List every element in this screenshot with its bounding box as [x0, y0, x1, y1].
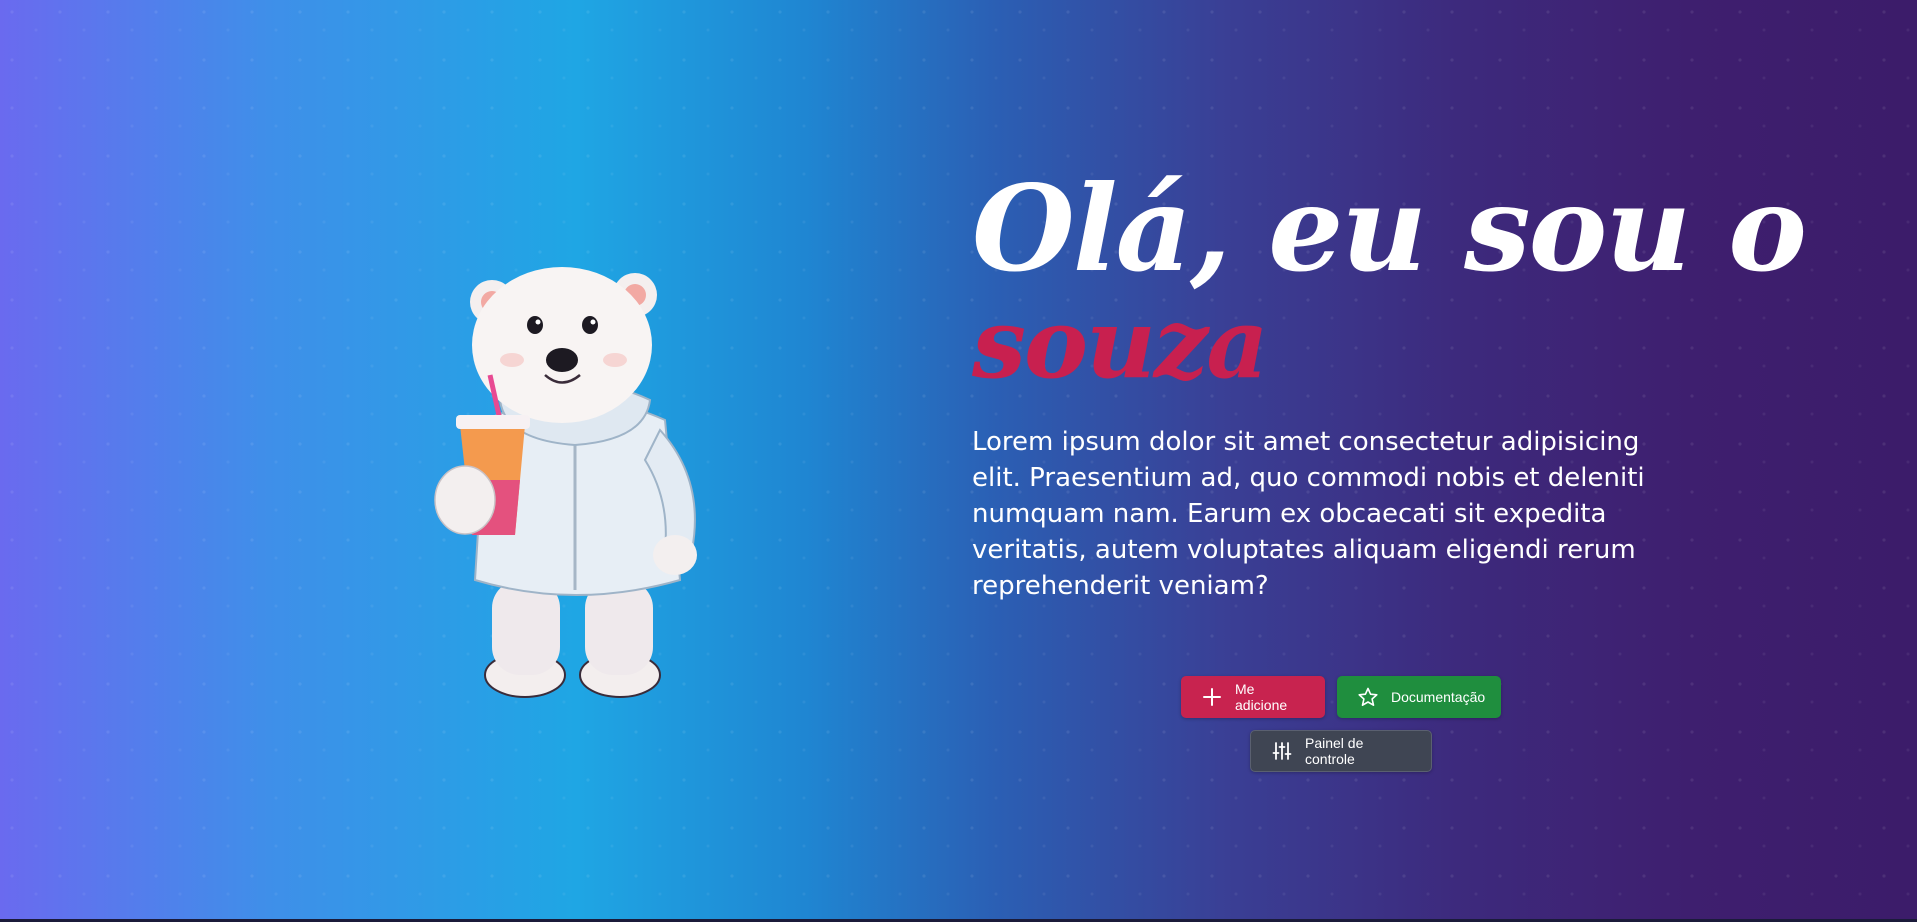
plus-icon — [1201, 686, 1223, 708]
control-panel-button-label: Painel de controle — [1305, 735, 1364, 767]
add-me-button-label: Me adicione — [1235, 681, 1288, 713]
polar-bear-illustration — [434, 267, 697, 698]
hero-section: Olá, eu sou o souza Lorem ipsum dolor si… — [972, 159, 1807, 604]
add-me-button[interactable]: Me adicione — [1181, 676, 1325, 718]
name-heading: souza — [972, 287, 1269, 400]
documentation-button-label: Documentação — [1391, 689, 1486, 705]
action-buttons: Me adicione Documentação Painel de contr… — [1180, 676, 1502, 772]
hero-description: Lorem ipsum dolor sit amet consectetur a… — [972, 427, 1645, 601]
polar-bear-mascot — [430, 250, 720, 710]
documentation-button[interactable]: Documentação — [1337, 676, 1501, 718]
control-panel-button[interactable]: Painel de controle — [1250, 730, 1432, 772]
star-icon — [1357, 686, 1379, 708]
action-row-primary: Me adicione Documentação — [1180, 676, 1502, 718]
action-row-secondary: Painel de controle — [1180, 730, 1502, 772]
sliders-icon — [1271, 740, 1293, 762]
greeting-heading: Olá, eu sou o — [972, 159, 1807, 298]
